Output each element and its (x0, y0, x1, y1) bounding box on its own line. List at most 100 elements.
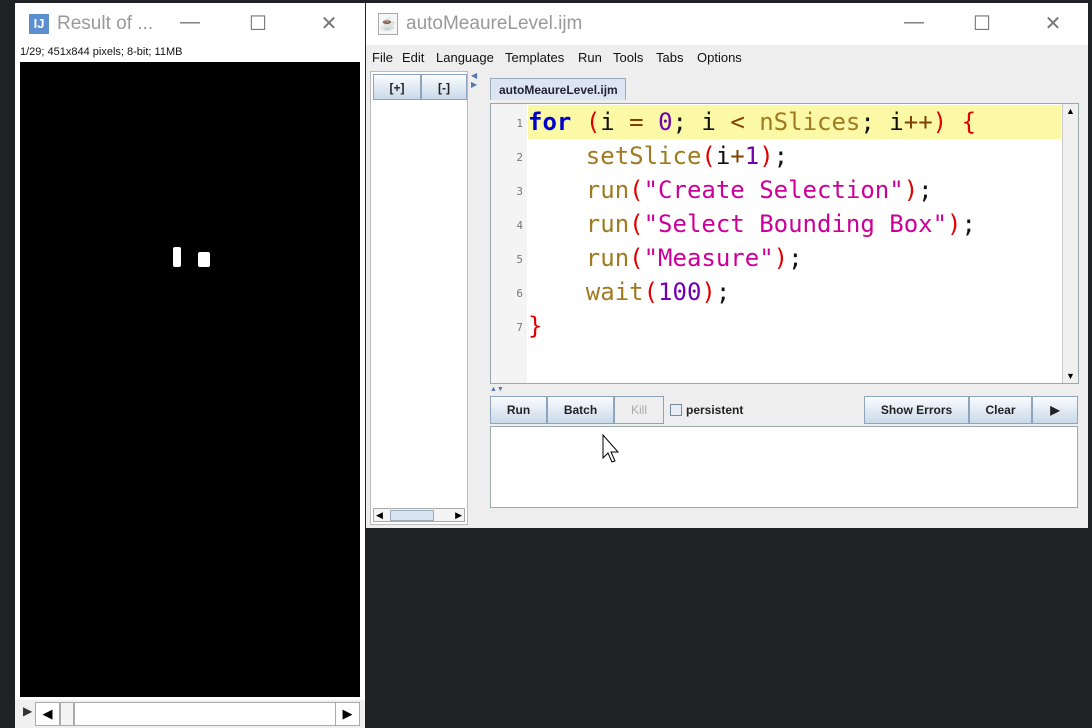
code-token: setSlice (585, 142, 702, 170)
maximize-button[interactable]: ☐ (243, 11, 273, 36)
code-token: ( (585, 108, 601, 136)
menu-file[interactable]: File (372, 50, 393, 65)
code-token: run (585, 244, 630, 272)
code-token: ) (701, 278, 716, 306)
code-token: ; (715, 278, 731, 306)
slice-scrollbar[interactable]: ▶ ◀ ▶ (15, 700, 365, 728)
output-console[interactable] (490, 426, 1078, 508)
java-icon: ☕ (378, 13, 398, 35)
imagej-icon: IJ (29, 14, 49, 34)
menu-run[interactable]: Run (578, 50, 602, 65)
code-token: ; (918, 176, 933, 204)
code-line: run("Create Selection"); (528, 173, 1061, 207)
line-number: 6 (516, 287, 523, 300)
scroll-thumb[interactable] (60, 702, 74, 726)
code-token: nSlices (759, 108, 861, 136)
show-errors-button[interactable]: Show Errors (864, 396, 969, 424)
code-token: ) (773, 244, 789, 272)
code-token: 1 (744, 142, 760, 170)
code-token: ( (629, 210, 644, 238)
code-line: run("Measure"); (528, 241, 1061, 275)
code-token: ; i (860, 108, 904, 136)
code-token: ) (903, 176, 919, 204)
split-divider[interactable]: ◀ ▶ (471, 71, 481, 525)
menu-options[interactable]: Options (697, 50, 742, 65)
tree-hscrollbar[interactable]: ◀ ▶ (373, 508, 465, 522)
collapse-button[interactable]: [-] (421, 74, 467, 100)
line-number: 3 (516, 185, 523, 198)
code-token: "Create Selection" (643, 176, 904, 204)
expand-button[interactable]: [+] (373, 74, 421, 100)
file-tree-panel: [+] [-] ◀ ▶ (370, 71, 468, 525)
code-line: for (i = 0; i < nSlices; i++) { (528, 105, 1061, 139)
scroll-left-button[interactable]: ◀ (35, 702, 60, 726)
batch-button[interactable]: Batch (547, 396, 614, 424)
code-token: ) (947, 210, 962, 238)
code-token: { (961, 108, 977, 136)
image-window: IJ Result of ... — ☐ ✕ 1/29; 451x844 pix… (15, 3, 365, 728)
code-token: ; (788, 244, 803, 272)
code-line: wait(100); (528, 275, 1061, 309)
code-line: } (528, 309, 1061, 343)
line-number: 1 (516, 117, 523, 130)
persistent-checkbox[interactable] (670, 404, 682, 416)
clear-button[interactable]: Clear (969, 396, 1032, 424)
line-number: 7 (516, 321, 523, 334)
more-button[interactable]: ▶ (1032, 396, 1078, 424)
menu-language[interactable]: Language (436, 50, 494, 65)
line-number: 2 (516, 151, 523, 164)
code-token: = (629, 108, 644, 136)
code-line: setSlice(i+1); (528, 139, 1061, 173)
persistent-label: persistent (686, 403, 744, 417)
code-token: < (730, 108, 745, 136)
code-token: ; i (672, 108, 731, 136)
close-button[interactable]: ✕ (314, 11, 344, 36)
output-divider[interactable]: ▲▼ (490, 386, 1079, 395)
play-icon[interactable]: ▶ (23, 704, 32, 718)
code-token: ++ (903, 108, 933, 136)
menu-tabs[interactable]: Tabs (656, 50, 683, 65)
code-token: wait (585, 278, 644, 306)
code-token: + (730, 142, 745, 170)
run-button[interactable]: Run (490, 396, 547, 424)
image-canvas[interactable] (20, 62, 360, 697)
code-token: "Select Bounding Box" (643, 210, 948, 238)
scroll-right-button[interactable]: ▶ (335, 702, 360, 726)
code-token: run (585, 176, 630, 204)
line-number: 5 (516, 253, 523, 266)
code-token: i (600, 108, 630, 136)
close-button[interactable]: ✕ (1038, 11, 1068, 36)
code-token: 0 (658, 108, 673, 136)
maximize-button[interactable]: ☐ (967, 11, 997, 36)
tab-autoMeaureLevel[interactable]: autoMeaureLevel.ijm (490, 78, 626, 100)
minimize-button[interactable]: — (175, 11, 205, 34)
code-token: for (528, 108, 572, 136)
code-token: i (715, 142, 731, 170)
code-token: ; (773, 142, 789, 170)
code-token: ( (629, 176, 644, 204)
title-bar: ☕ autoMeaureLevel.ijm — ☐ ✕ (366, 3, 1088, 45)
minimize-button[interactable]: — (899, 11, 929, 34)
editor-vscrollbar[interactable]: ▲ ▼ (1062, 104, 1078, 383)
code-token: ) (759, 142, 774, 170)
menu-templates[interactable]: Templates (505, 50, 564, 65)
code-editor[interactable]: 1234567 for (i = 0; i < nSlices; i++) { … (490, 103, 1079, 384)
kill-button[interactable]: Kill (614, 396, 664, 424)
code-token: "Measure" (643, 244, 774, 272)
window-title: autoMeaureLevel.ijm (406, 13, 583, 34)
menu-tools[interactable]: Tools (613, 50, 643, 65)
window-title: Result of ... (57, 13, 154, 34)
code-token: ( (629, 244, 644, 272)
title-bar: IJ Result of ... — ☐ ✕ (15, 3, 365, 45)
code-token: ( (701, 142, 716, 170)
code-token: ; (961, 210, 976, 238)
menu-edit[interactable]: Edit (402, 50, 424, 65)
scroll-track[interactable] (74, 702, 349, 726)
